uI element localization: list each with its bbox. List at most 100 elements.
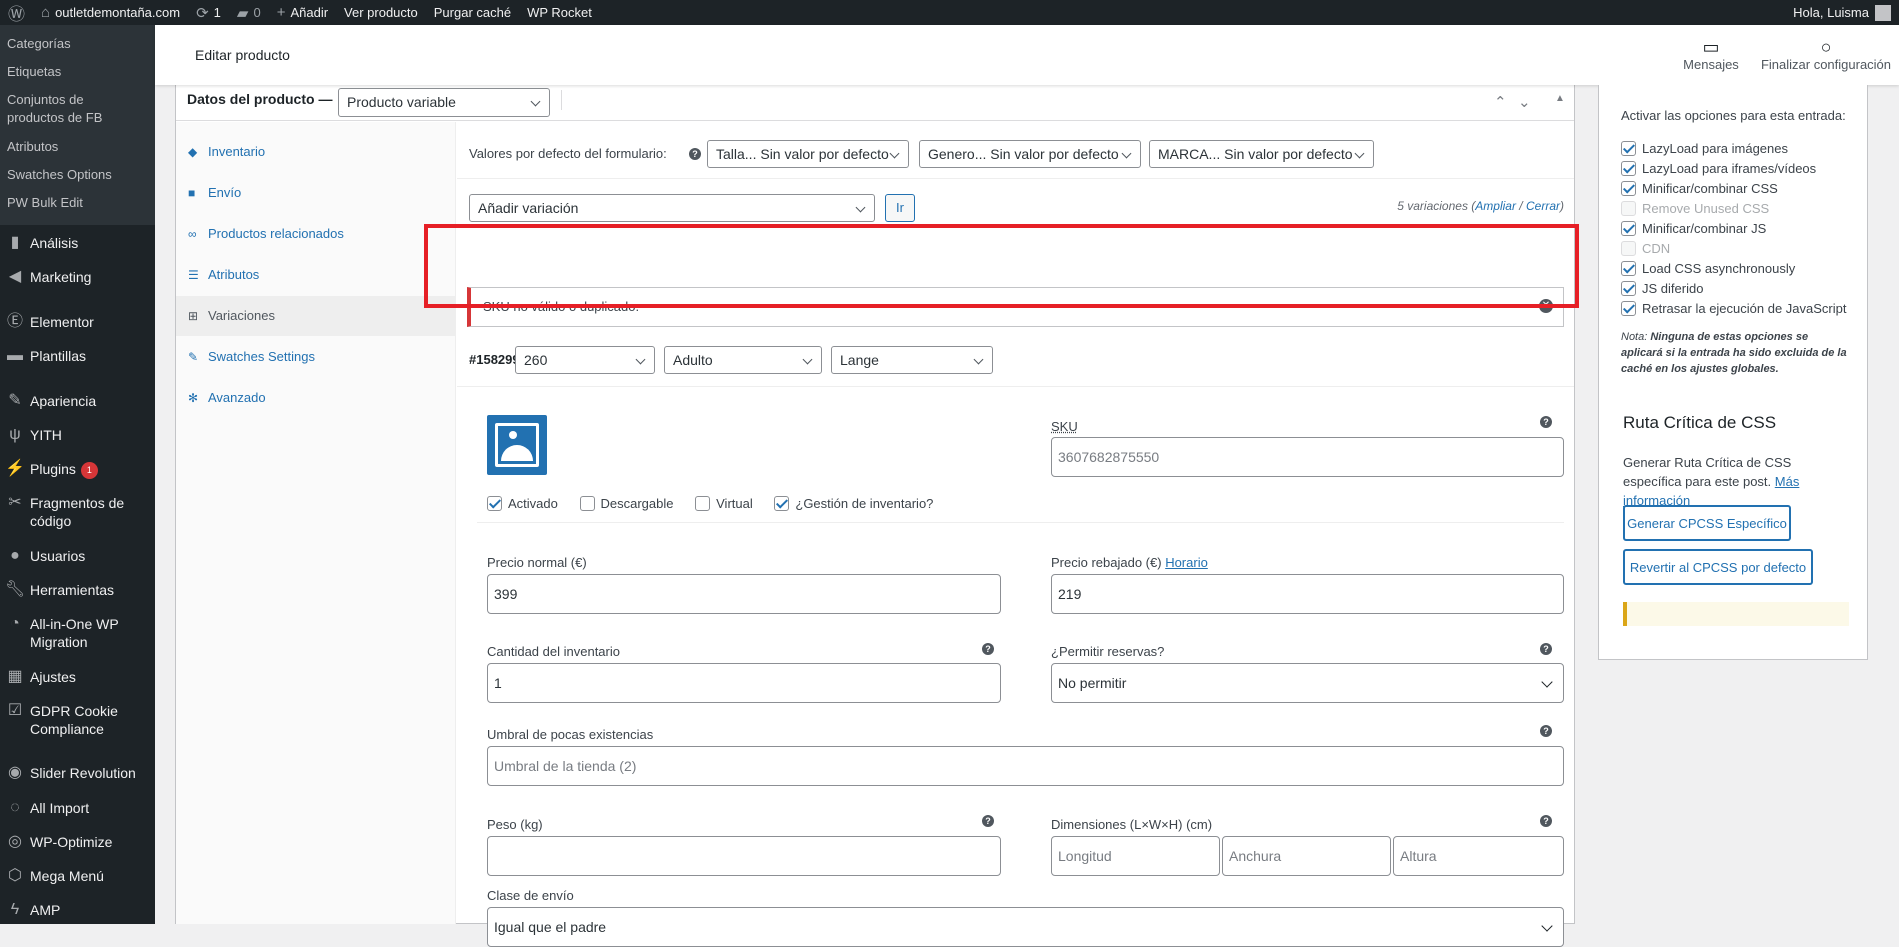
virtual-checkbox[interactable]: Virtual bbox=[695, 496, 753, 511]
option-minify-css[interactable]: Minificar/combinar CSS bbox=[1621, 181, 1778, 196]
checkbox bbox=[1621, 221, 1636, 236]
menu-analisis[interactable]: ▮ Análisis bbox=[0, 234, 155, 252]
close-all-link[interactable]: Cerrar bbox=[1526, 199, 1560, 213]
weight-input[interactable] bbox=[487, 836, 1001, 876]
tab-variaciones[interactable]: ⊞ Variaciones bbox=[176, 296, 456, 336]
go-button[interactable]: Ir bbox=[885, 194, 915, 222]
help-icon[interactable]: ? bbox=[1540, 815, 1552, 827]
help-icon[interactable]: ? bbox=[982, 815, 994, 827]
tab-productos-relacionados[interactable]: ∞ Productos relacionados bbox=[176, 214, 456, 254]
add-variation-select[interactable]: Añadir variación bbox=[469, 194, 875, 222]
variation-image-icon[interactable] bbox=[487, 415, 547, 475]
wp-rocket-link[interactable]: WP Rocket bbox=[519, 0, 600, 25]
menu-apariencia[interactable]: ✎ Apariencia bbox=[0, 392, 155, 410]
variation-size-select[interactable]: 260 bbox=[515, 346, 655, 374]
tab-avanzado[interactable]: ✻ Avanzado bbox=[176, 378, 456, 418]
menu-elementor[interactable]: Ⓔ Elementor bbox=[0, 313, 155, 331]
option-load-css-async[interactable]: Load CSS asynchronously bbox=[1621, 261, 1795, 276]
enabled-checkbox[interactable]: Activado bbox=[487, 496, 558, 511]
menu-slider-revolution[interactable]: ◉ Slider Revolution bbox=[0, 764, 155, 782]
default-size-select[interactable]: Talla... Sin valor por defecto bbox=[707, 140, 909, 168]
tab-atributos[interactable]: ☰ Atributos bbox=[176, 255, 456, 295]
progress-circle-icon: ○ bbox=[1820, 37, 1832, 57]
submenu-tags[interactable]: Etiquetas bbox=[7, 63, 147, 81]
revert-cpcss-button[interactable]: Revertir al CPCSS por defecto bbox=[1623, 549, 1813, 585]
checkbox bbox=[579, 496, 595, 511]
wordpress-logo-icon[interactable]: Ⓦ bbox=[0, 0, 33, 25]
checkbox-icon: ☑ bbox=[7, 702, 23, 719]
submenu-categories[interactable]: Categorías bbox=[7, 35, 147, 53]
help-icon[interactable]: ? bbox=[1540, 416, 1552, 428]
menu-plugins[interactable]: ⚡ Plugins 1 bbox=[0, 460, 155, 479]
generate-cpcss-button[interactable]: Generar CPCSS Específico bbox=[1623, 505, 1791, 541]
expand-all-link[interactable]: Ampliar bbox=[1475, 199, 1516, 213]
add-new-link[interactable]: + Añadir bbox=[269, 0, 336, 25]
manage-stock-checkbox[interactable]: ¿Gestión de inventario? bbox=[774, 496, 933, 511]
move-up-icon[interactable]: ⌃ bbox=[1494, 93, 1507, 111]
option-lazyload-iframes[interactable]: LazyLoad para iframes/vídeos bbox=[1621, 161, 1816, 176]
menu-all-import[interactable]: ◌ All Import bbox=[0, 799, 155, 817]
move-down-icon[interactable]: ⌄ bbox=[1518, 93, 1531, 111]
option-delay-js[interactable]: Retrasar la ejecución de JavaScript bbox=[1621, 301, 1847, 316]
menu-plantillas[interactable]: ▬ Plantillas bbox=[0, 347, 155, 365]
menu-mega-menu[interactable]: ⬡ Mega Menú bbox=[0, 867, 155, 885]
checkbox bbox=[774, 496, 790, 511]
menu-amp[interactable]: ϟ AMP bbox=[0, 901, 155, 919]
option-minify-js[interactable]: Minificar/combinar JS bbox=[1621, 221, 1766, 236]
product-data-title: Datos del producto — bbox=[187, 91, 333, 107]
menu-fragmentos-de-codigo[interactable]: ✂ Fragmentos de código bbox=[0, 494, 155, 530]
submenu-pw-bulk-edit[interactable]: PW Bulk Edit bbox=[7, 194, 147, 212]
backorders-select[interactable]: No permitir bbox=[1051, 663, 1564, 703]
updates-icon: ⟳ bbox=[196, 4, 209, 22]
menu-gdpr-cookie-compliance[interactable]: ☑ GDPR Cookie Compliance bbox=[0, 702, 155, 738]
help-icon[interactable]: ? bbox=[1540, 725, 1552, 737]
my-account[interactable]: Hola, Luisma bbox=[1793, 0, 1891, 25]
submenu-swatches-options[interactable]: Swatches Options bbox=[7, 166, 147, 184]
length-input[interactable]: Longitud bbox=[1051, 836, 1220, 876]
height-input[interactable]: Altura bbox=[1393, 836, 1564, 876]
finish-setup-button[interactable]: ○ Finalizar configuración bbox=[1756, 37, 1896, 72]
comments-link[interactable]: ▰ 0 bbox=[229, 0, 269, 25]
menu-wp-optimize[interactable]: ◎ WP-Optimize bbox=[0, 833, 155, 851]
menu-all-in-one-wp-migration[interactable]: ◔ All-in-One WP Migration bbox=[0, 615, 155, 651]
sku-input[interactable]: 3607682875550 bbox=[1051, 437, 1564, 477]
collapse-toggle-icon[interactable]: ▲ bbox=[1555, 93, 1565, 104]
variation-gender-select[interactable]: Adulto bbox=[664, 346, 822, 374]
downloadable-checkbox[interactable]: Descargable bbox=[579, 496, 674, 511]
low-stock-threshold-input[interactable]: Umbral de la tienda (2) bbox=[487, 746, 1564, 786]
low-stock-threshold-label: Umbral de pocas existencias bbox=[487, 727, 654, 742]
messages-button[interactable]: ▭ Mensajes bbox=[1676, 37, 1746, 72]
tab-inventario[interactable]: ◆ Inventario bbox=[176, 132, 456, 172]
submenu-fb-product-sets[interactable]: Conjuntos de productos de FB bbox=[7, 91, 117, 127]
stock-quantity-input[interactable]: 1 bbox=[487, 663, 1001, 703]
divider bbox=[457, 386, 1574, 387]
purge-cache-link[interactable]: Purgar caché bbox=[426, 0, 519, 25]
shipping-class-select[interactable]: Igual que el padre bbox=[487, 907, 1564, 947]
schedule-link[interactable]: Horario bbox=[1165, 555, 1208, 570]
option-defer-js[interactable]: JS diferido bbox=[1621, 281, 1703, 296]
default-gender-select[interactable]: Genero... Sin valor por defecto bbox=[919, 140, 1141, 168]
submenu-attributes[interactable]: Atributos bbox=[7, 138, 147, 156]
updates-link[interactable]: ⟳ 1 bbox=[188, 0, 229, 25]
menu-usuarios[interactable]: ● Usuarios bbox=[0, 547, 155, 565]
option-lazyload-images[interactable]: LazyLoad para imágenes bbox=[1621, 141, 1788, 156]
help-icon[interactable]: ? bbox=[689, 148, 701, 160]
help-icon[interactable]: ? bbox=[1540, 643, 1552, 655]
tab-envio[interactable]: ■ Envío bbox=[176, 173, 456, 213]
checkbox bbox=[1621, 161, 1636, 176]
product-type-select[interactable]: Producto variable bbox=[338, 88, 550, 117]
sale-price-input[interactable]: 219 bbox=[1051, 574, 1564, 614]
site-name-link[interactable]: ⌂ outletdemontaña.com bbox=[33, 0, 188, 25]
regular-price-input[interactable]: 399 bbox=[487, 574, 1001, 614]
checkbox bbox=[695, 496, 711, 511]
tab-swatches-settings[interactable]: ✎ Swatches Settings bbox=[176, 337, 456, 377]
width-input[interactable]: Anchura bbox=[1222, 836, 1391, 876]
menu-yith[interactable]: ψ YITH bbox=[0, 426, 155, 444]
view-product-link[interactable]: Ver producto bbox=[336, 0, 426, 25]
default-brand-select[interactable]: MARCA... Sin valor por defecto bbox=[1149, 140, 1374, 168]
variation-brand-select[interactable]: Lange bbox=[831, 346, 993, 374]
menu-ajustes[interactable]: ▦ Ajustes bbox=[0, 668, 155, 686]
menu-herramientas[interactable]: 🔧︎ Herramientas bbox=[0, 581, 155, 599]
menu-marketing[interactable]: ◀ Marketing bbox=[0, 268, 155, 286]
help-icon[interactable]: ? bbox=[982, 643, 994, 655]
